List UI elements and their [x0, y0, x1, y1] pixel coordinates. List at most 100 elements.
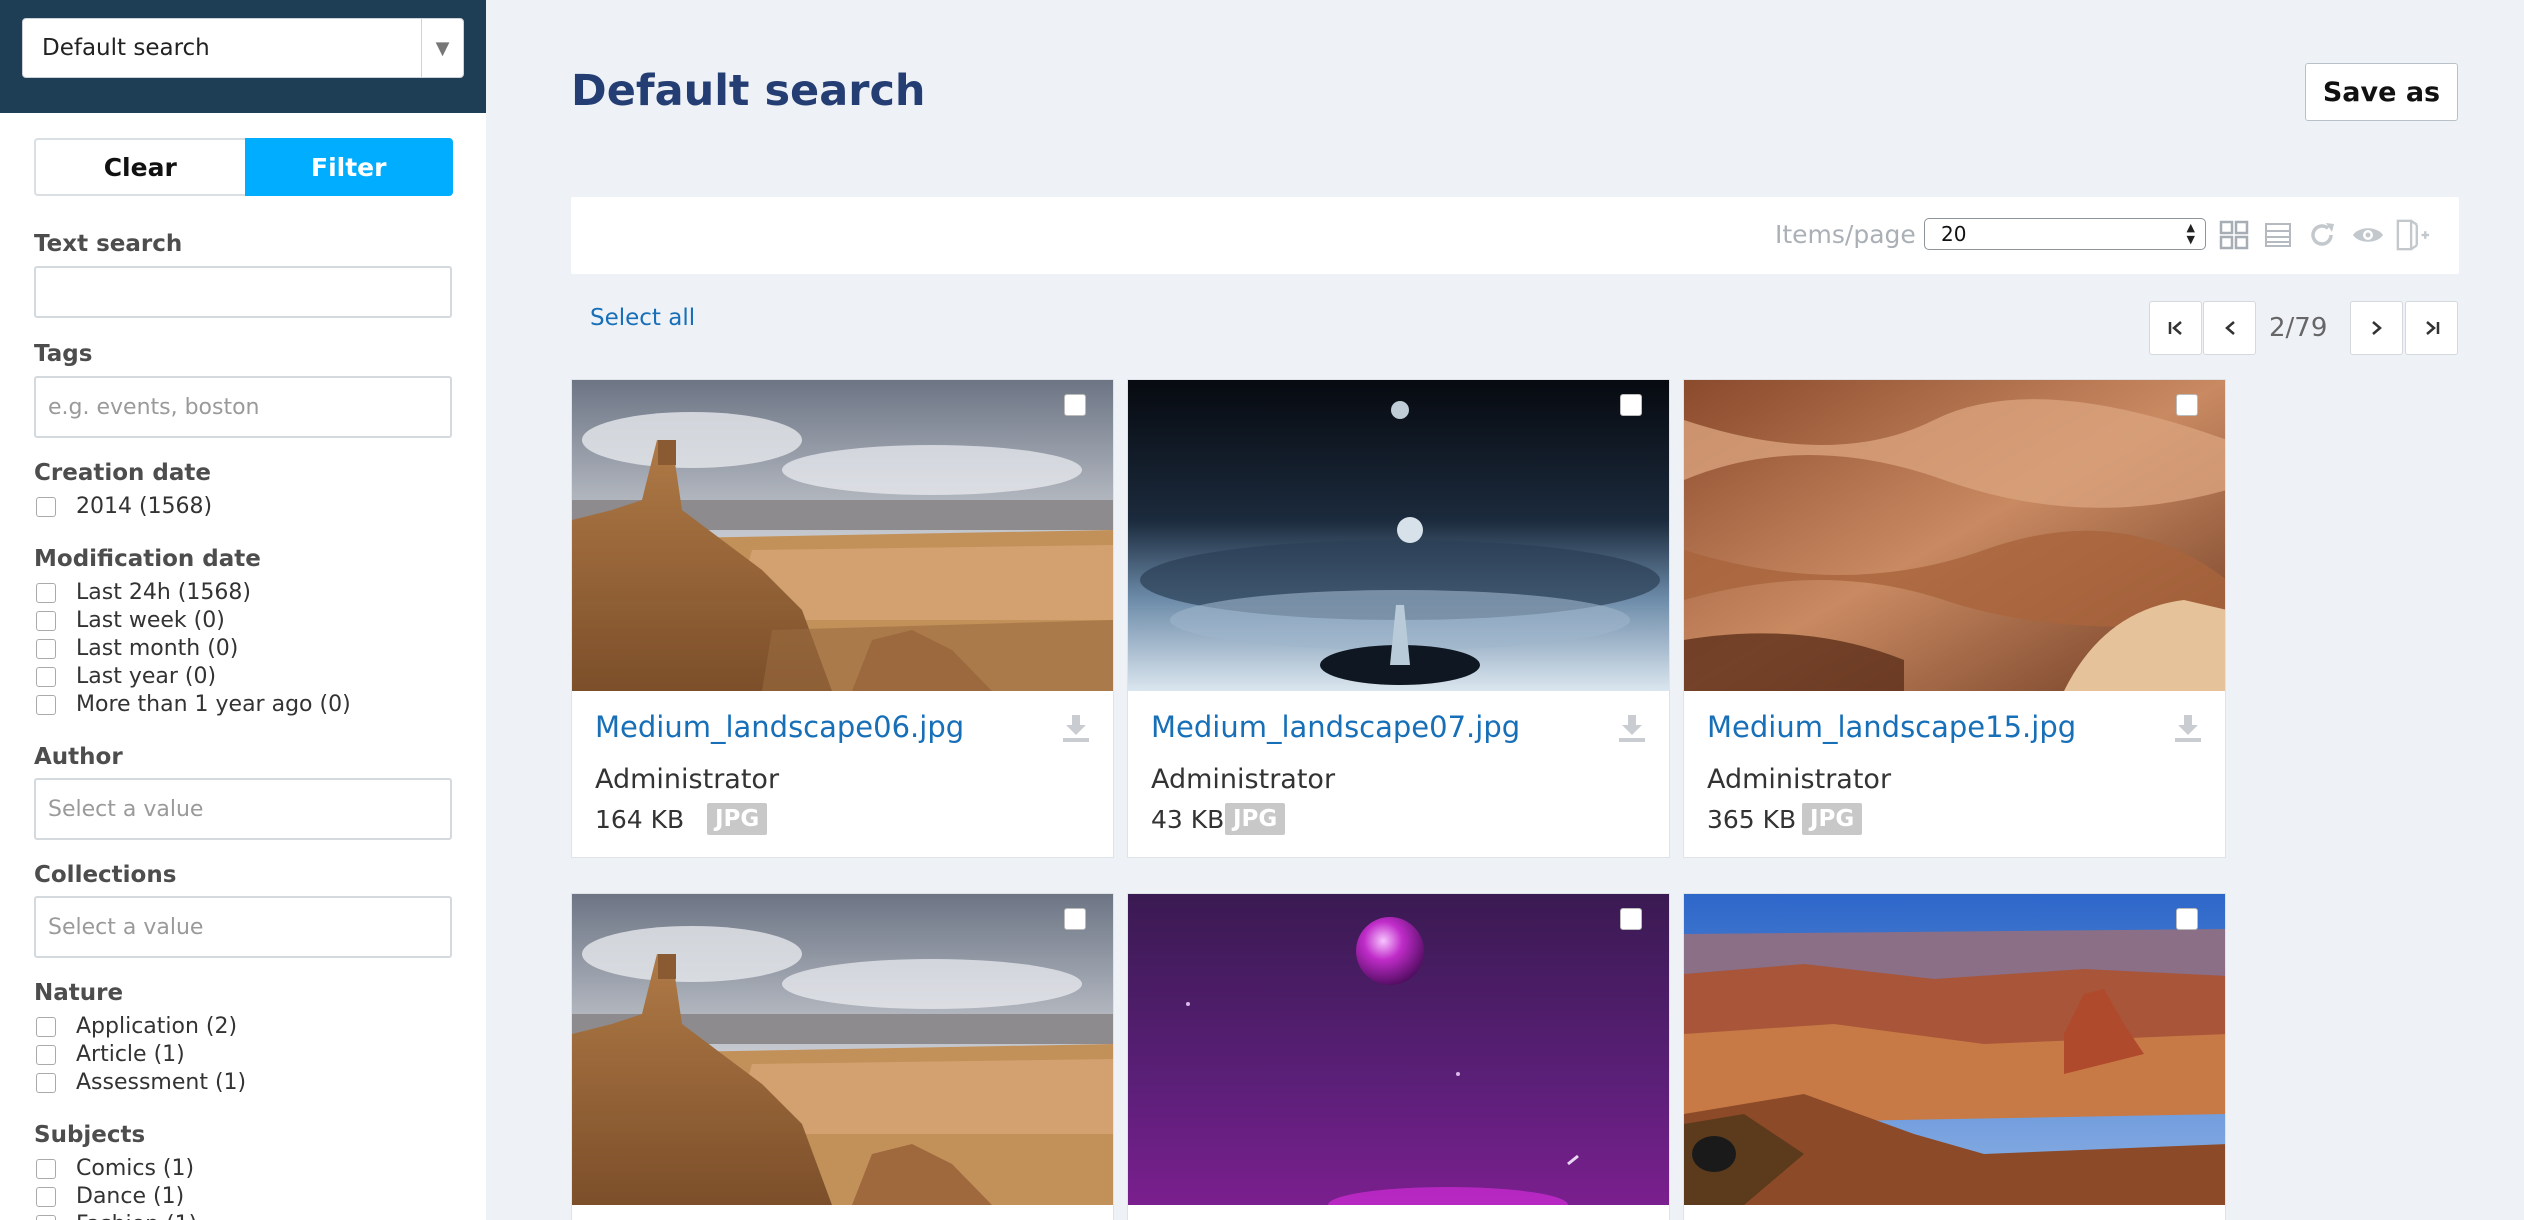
checkbox[interactable] [36, 610, 56, 631]
collections-label: Collections [34, 862, 177, 888]
thumbnail-slot-canyon[interactable] [1684, 380, 2226, 691]
first-page-button[interactable] [2149, 301, 2202, 355]
creation-date-option[interactable]: 2014 (1568) [36, 494, 212, 519]
results-toolbar: Items/page 20 ▲ ▼ [571, 197, 2459, 274]
page-indicator: 2/79 [2269, 313, 2328, 343]
filter-button[interactable]: Filter [244, 138, 453, 196]
save-as-button[interactable]: Save as [2305, 63, 2458, 121]
subjects-option[interactable]: Dance (1) [36, 1184, 184, 1209]
subjects-label: Subjects [34, 1122, 146, 1148]
option-label: Dance (1) [76, 1184, 185, 1209]
checkbox[interactable] [36, 666, 56, 687]
thumbnail-water-drop[interactable] [1128, 380, 1670, 691]
chevron-down-icon[interactable]: ▼ [421, 19, 463, 77]
select-checkbox[interactable] [2176, 908, 2198, 930]
result-card[interactable] [1127, 893, 1670, 1220]
select-all-link[interactable]: Select all [590, 305, 695, 331]
option-label: Article (1) [76, 1042, 185, 1067]
thumbnail-canyon-hoodoos[interactable] [572, 380, 1114, 691]
checkbox[interactable] [36, 638, 56, 659]
file-size: 365 KB [1707, 805, 1797, 834]
checkbox[interactable] [36, 496, 56, 517]
result-card[interactable] [1683, 893, 2226, 1220]
text-search-label: Text search [34, 231, 183, 257]
select-checkbox[interactable] [1064, 394, 1086, 416]
select-checkbox[interactable] [1620, 394, 1642, 416]
file-type-badge: JPG [1225, 803, 1286, 835]
modification-date-label: Modification date [34, 546, 261, 572]
file-name-link[interactable]: Medium_landscape06.jpg [595, 710, 964, 744]
result-card[interactable]: Medium_landscape06.jpg Administrator 164… [571, 379, 1114, 858]
checkbox[interactable] [36, 1044, 56, 1065]
nature-option[interactable]: Application (2) [36, 1014, 237, 1039]
author-name: Administrator [1707, 764, 1892, 795]
nature-option[interactable]: Assessment (1) [36, 1070, 246, 1095]
thumbnail-grand-canyon[interactable] [1684, 894, 2226, 1205]
clear-button[interactable]: Clear [34, 138, 245, 196]
items-per-page-select[interactable]: 20 ▲ ▼ [1924, 218, 2206, 250]
checkbox[interactable] [36, 1016, 56, 1037]
author-name: Administrator [595, 764, 780, 795]
saved-search-select[interactable]: Default search ▼ [22, 18, 464, 78]
option-label: Assessment (1) [76, 1070, 247, 1095]
option-label: Comics (1) [76, 1156, 195, 1181]
file-name-link[interactable]: Medium_landscape15.jpg [1707, 710, 2076, 744]
filter-actions: Clear Filter [34, 138, 453, 196]
saved-search-header: Default search ▼ [0, 0, 486, 113]
subjects-option[interactable]: Comics (1) [36, 1156, 194, 1181]
download-icon[interactable] [1061, 713, 1091, 747]
creation-date-label: Creation date [34, 460, 211, 486]
result-card[interactable]: Medium_landscape07.jpg Administrator 43 … [1127, 379, 1670, 858]
modification-date-option[interactable]: Last week (0) [36, 608, 225, 633]
option-label: Last week (0) [76, 608, 225, 633]
page-title: Default search [571, 66, 926, 116]
first-page-icon [2168, 321, 2182, 335]
grid-view-icon[interactable] [2217, 218, 2251, 252]
checkbox[interactable] [36, 1158, 56, 1179]
preview-eye-icon[interactable] [2351, 218, 2385, 252]
file-size: 43 KB [1151, 805, 1225, 834]
modification-date-option[interactable]: More than 1 year ago (0) [36, 692, 351, 717]
result-card[interactable]: Medium_landscape15.jpg Administrator 365… [1683, 379, 2226, 858]
refresh-icon[interactable] [2305, 218, 2339, 252]
modification-date-option[interactable]: Last year (0) [36, 664, 216, 689]
option-label: Last year (0) [76, 664, 217, 689]
option-label: Last 24h (1568) [76, 580, 251, 605]
modification-date-option[interactable]: Last 24h (1568) [36, 580, 251, 605]
previous-page-button[interactable] [2203, 301, 2256, 355]
list-view-icon[interactable] [2261, 218, 2295, 252]
author-select[interactable]: Select a value [34, 778, 452, 840]
result-card[interactable] [571, 893, 1114, 1220]
next-page-button[interactable] [2350, 301, 2403, 355]
nature-option[interactable]: Article (1) [36, 1042, 185, 1067]
thumbnail-purple-drop[interactable] [1128, 894, 1670, 1205]
text-search-input[interactable] [34, 266, 452, 318]
checkbox[interactable] [36, 582, 56, 603]
file-name-link[interactable]: Medium_landscape07.jpg [1151, 710, 1520, 744]
checkbox[interactable] [36, 1186, 56, 1207]
checkbox[interactable] [36, 1214, 56, 1220]
select-checkbox[interactable] [2176, 394, 2198, 416]
checkbox[interactable] [36, 694, 56, 715]
items-per-page-value: 20 [1941, 222, 1967, 246]
tags-label: Tags [34, 341, 93, 367]
download-icon[interactable] [2173, 713, 2203, 747]
tags-input[interactable]: e.g. events, boston [34, 376, 452, 438]
file-size: 164 KB [595, 805, 685, 834]
modification-date-option[interactable]: Last month (0) [36, 636, 238, 661]
file-type-badge: JPG [707, 803, 768, 835]
option-label: 2014 (1568) [76, 494, 213, 519]
last-page-button[interactable] [2405, 301, 2458, 355]
add-to-collection-icon[interactable] [2396, 218, 2430, 252]
option-label: More than 1 year ago (0) [76, 692, 351, 717]
select-checkbox[interactable] [1064, 908, 1086, 930]
option-label: Fashion (1) [76, 1212, 197, 1220]
thumbnail-canyon-hoodoos[interactable] [572, 894, 1114, 1205]
option-label: Application (2) [76, 1014, 238, 1039]
chevron-right-icon [2371, 321, 2382, 335]
select-checkbox[interactable] [1620, 908, 1642, 930]
subjects-option[interactable]: Fashion (1) [36, 1212, 197, 1220]
collections-select[interactable]: Select a value [34, 896, 452, 958]
download-icon[interactable] [1617, 713, 1647, 747]
checkbox[interactable] [36, 1072, 56, 1093]
